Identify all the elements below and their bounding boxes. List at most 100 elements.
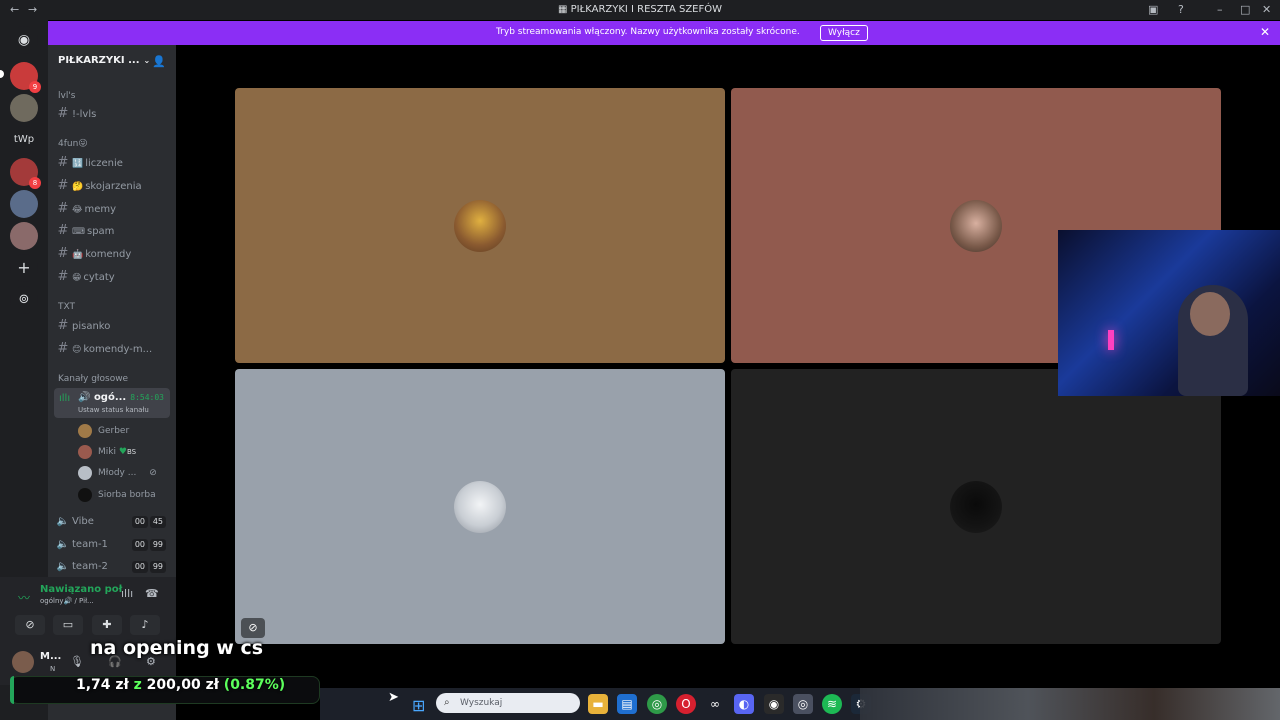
voice-user[interactable]: Gerber [78, 422, 129, 440]
deafened-icon: ⊘ [149, 468, 157, 478]
obs-icon[interactable]: ◉ [764, 694, 784, 714]
hash-icon: # [57, 341, 69, 356]
maximize-icon[interactable]: □ [1240, 3, 1250, 16]
video-tile-4[interactable] [731, 369, 1221, 644]
chevron-down-icon: ⌄ [143, 56, 151, 65]
streamer-face [1190, 292, 1230, 336]
user-limit: 99 [149, 539, 166, 551]
microphone-icon[interactable]: 🎙 [70, 655, 84, 668]
server-icon-1[interactable]: 9 [10, 62, 41, 93]
screen-share-button[interactable]: ▭ [53, 615, 83, 635]
channel-komendy-m[interactable]: # 😊 komendy-m... [54, 339, 170, 359]
mention-badge: 8 [29, 177, 41, 189]
explore-icon[interactable]: ⊚ [10, 286, 38, 314]
set-channel-status[interactable]: Ustaw status kanału [78, 406, 149, 414]
activities-button[interactable]: ✚ [92, 615, 122, 635]
window-title: ▦ PIŁKARZYKI I RESZTA SZEFÓW [557, 4, 723, 15]
windows-start-icon[interactable]: ⊞ [412, 696, 425, 715]
category-voice[interactable]: Kanały głosowe [58, 374, 128, 384]
help-icon[interactable]: ? [1178, 3, 1184, 16]
chrome-active-icon[interactable]: ◎ [793, 694, 813, 714]
hash-icon: # [57, 155, 69, 170]
user-limit: 99 [149, 561, 166, 573]
discord-taskbar-icon[interactable]: ◐ [734, 694, 754, 714]
hash-icon: # [57, 106, 69, 121]
avatar [78, 487, 92, 502]
streamer-webcam [1058, 230, 1280, 396]
disconnect-icon[interactable]: ☎ [145, 587, 159, 600]
voice-channel-team-2[interactable]: 🔈 team-2 00 99 [54, 557, 170, 577]
unread-pill [0, 70, 4, 78]
server-icon-6[interactable] [10, 222, 38, 250]
server-icon-3[interactable]: tWp [10, 126, 38, 154]
opera-icon[interactable]: O [676, 694, 696, 714]
video-tile-1[interactable] [235, 88, 725, 363]
soundboard-button[interactable]: ♪ [130, 615, 160, 635]
discord-home-icon[interactable]: ◉ [10, 26, 38, 54]
voice-channel-team-1[interactable]: 🔈 team-1 00 99 [54, 535, 170, 555]
hash-icon: # [57, 269, 69, 284]
server-icon-2[interactable] [10, 94, 38, 122]
channel-spam[interactable]: # ⌨ spam [54, 221, 170, 241]
taskbar-search-input[interactable]: ⌕ Wyszukaj [436, 693, 580, 713]
channel-cytaty[interactable]: # 😁 cytaty [54, 267, 170, 287]
user-count: 00 [131, 516, 148, 528]
category-4fun[interactable]: 4fun😜 [58, 139, 88, 149]
category-lvls[interactable]: lvl's [58, 91, 76, 101]
file-explorer-icon[interactable]: ▬ [588, 694, 608, 714]
store-icon[interactable]: ▤ [617, 694, 637, 714]
add-server-icon[interactable]: + [10, 254, 38, 282]
noise-suppression-icon[interactable]: ıllı [121, 587, 133, 600]
camera-off-button[interactable]: ⊘ [15, 615, 45, 635]
disable-streamer-mode-button[interactable]: Wyłącz [820, 25, 868, 41]
title-bar: ← → ▦ PIŁKARZYKI I RESZTA SZEFÓW ▣ ? – □… [0, 0, 1280, 20]
voice-user[interactable]: Siorba borba [78, 486, 156, 504]
voice-connection-panel: 〰 Nawiązano poł ogólny🔊 / Pił... ıllı ☎ … [0, 577, 176, 640]
screen-share-icon[interactable]: ▣ [1148, 3, 1158, 16]
hash-icon: # [57, 223, 69, 238]
user-tag: BS [126, 448, 137, 456]
mention-badge: 9 [29, 81, 41, 93]
hash-icon: # [57, 318, 69, 333]
username[interactable]: M... [40, 651, 61, 662]
windows-taskbar: ⊞ ⌕ Wyszukaj ▬ ▤ ◎ O ∞ ◐ ◉ ◎ ≋ ⚙ [320, 688, 1280, 720]
voice-activity-icon: ıllı [59, 393, 71, 404]
channel-komendy[interactable]: # 🤖 komendy [54, 244, 170, 264]
chrome-icon[interactable]: ◎ [647, 694, 667, 714]
screen: ← → ▦ PIŁKARZYKI I RESZTA SZEFÓW ▣ ? – □… [0, 0, 1280, 720]
channel-lvls[interactable]: # !-lvls [54, 104, 170, 124]
avatar[interactable] [12, 651, 34, 673]
channel-liczenie[interactable]: # 🔢 liczenie [54, 153, 170, 173]
invite-people-icon[interactable]: 👤 [152, 55, 166, 68]
active-voice-channel[interactable]: ıllı 🔊 ogó... 8:54:03 Ustaw status kanał… [54, 388, 170, 418]
donation-goal-text: 1,74 zł z 200,00 zł (0.87%) [76, 677, 286, 693]
speaker-icon: 🔈 [56, 561, 70, 572]
server-icon-4[interactable]: 8 [10, 158, 41, 189]
streamer-mode-banner: Tryb streamowania włączony. Nazwy użytko… [48, 21, 1280, 45]
avatar [78, 423, 92, 438]
meta-icon[interactable]: ∞ [705, 694, 725, 714]
spotify-icon[interactable]: ≋ [822, 694, 842, 714]
donation-goal-fill [10, 676, 14, 704]
voice-channel-name: 🔊 ogó... [78, 392, 127, 403]
channel-pisanko[interactable]: # pisanko [54, 316, 170, 336]
close-window-icon[interactable]: ✕ [1262, 3, 1271, 16]
participant-avatar [454, 200, 506, 252]
server-icon: ▦ [557, 4, 571, 15]
video-tile-3[interactable]: ⊘ [235, 369, 725, 644]
voice-channel-vibe[interactable]: 🔈 Vibe 00 45 [54, 512, 170, 532]
user-limit: 45 [149, 516, 166, 528]
voice-connected-label[interactable]: Nawiązano poł [40, 584, 122, 595]
minimize-icon[interactable]: – [1217, 3, 1223, 16]
voice-user[interactable]: Miki ♥BS [78, 443, 136, 461]
voice-user[interactable]: Młody ... ⊘ [78, 464, 157, 482]
hash-icon: # [57, 178, 69, 193]
server-name-header[interactable]: PIŁKARZYKI ... ⌄ [58, 55, 150, 66]
banner-close-icon[interactable]: ✕ [1260, 25, 1270, 39]
subtitle-caption: na opening w cs [90, 637, 264, 659]
voice-location[interactable]: ogólny🔊 / Pił... [40, 597, 94, 605]
channel-memy[interactable]: # 😂 memy [54, 199, 170, 219]
category-txt[interactable]: TXT [58, 302, 75, 312]
channel-skojarzenia[interactable]: # 🤔 skojarzenia [54, 176, 170, 196]
server-icon-5[interactable] [10, 190, 38, 218]
